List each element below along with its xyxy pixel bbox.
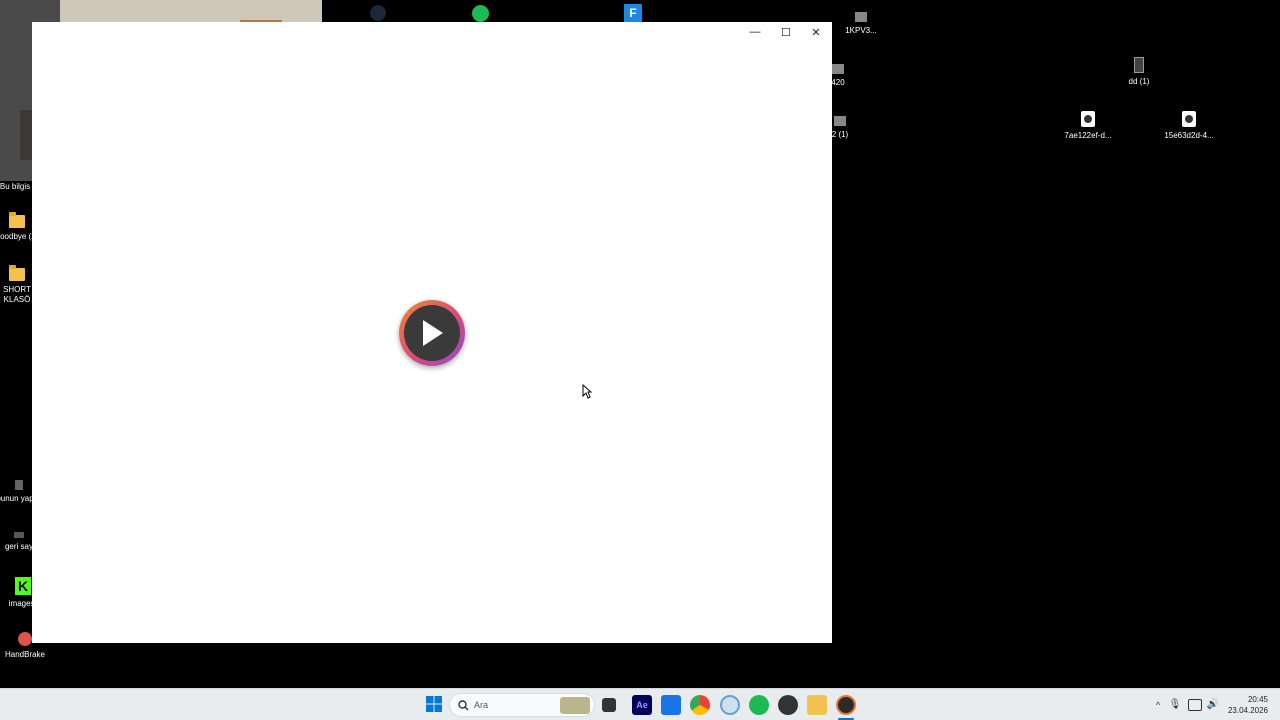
outlook-icon[interactable] (661, 695, 681, 715)
clock-time[interactable]: 20:45 (1222, 695, 1268, 704)
app-f-icon[interactable]: F (624, 4, 642, 22)
desktop-icon-label: 7ae122ef-d... (1064, 131, 1112, 140)
video-file-icon (1182, 111, 1196, 127)
desktop-icon-1kpv3[interactable]: 1KPV3... (826, 12, 896, 36)
taskbar-search[interactable]: Ara (449, 693, 595, 717)
steam-icon[interactable] (370, 5, 386, 21)
media-player-taskbar-icon[interactable] (836, 695, 856, 715)
spotify-icon[interactable] (472, 5, 489, 22)
clock-date[interactable]: 23.04.2026 (1222, 706, 1268, 715)
desktop-icon-label: SHORT KLASÖ (3, 285, 31, 304)
start-button[interactable] (425, 695, 445, 715)
close-button[interactable]: ✕ (801, 22, 831, 42)
minimize-button[interactable]: — (740, 22, 770, 42)
mouse-cursor-icon (582, 384, 592, 399)
file-icon (14, 532, 24, 538)
settings-app-icon[interactable] (720, 695, 740, 715)
network-icon[interactable] (1188, 699, 1202, 711)
desktop-icon-label: 420 (831, 78, 845, 87)
file-icon (15, 480, 23, 490)
taskbar: Ara Ae ^ 🎙 🔊 20:45 23.04.2026 (0, 688, 1280, 720)
play-button[interactable] (399, 300, 465, 366)
desktop-icon-7ae122ef[interactable]: 7ae122ef-d... (1053, 111, 1123, 141)
file-icon (1134, 57, 1144, 73)
video-file-icon (1081, 111, 1095, 127)
desktop-icon-label: 1KPV3... (845, 26, 877, 35)
chrome-icon[interactable] (690, 695, 710, 715)
desktop-icon-15e63d2d[interactable]: 15e63d2d-4... (1154, 111, 1224, 141)
search-placeholder: Ara (474, 700, 489, 710)
folder-icon (9, 212, 25, 228)
volume-icon[interactable]: 🔊 (1206, 695, 1220, 715)
desktop-icon-label: Bu bilgis (0, 182, 31, 191)
microphone-icon[interactable]: 🎙 (1168, 695, 1182, 715)
maximize-button[interactable]: ☐ (771, 22, 801, 42)
file-explorer-icon[interactable] (807, 695, 827, 715)
desktop-icon-label: 2 (1) (831, 130, 849, 139)
image-file-icon (855, 12, 867, 22)
desktop-icon-label: dd (1) (1128, 77, 1150, 86)
obs-icon[interactable] (778, 695, 798, 715)
handbrake-icon (18, 632, 32, 646)
image-file-icon (832, 64, 844, 74)
desktop-icon-dd-1[interactable]: dd (1) (1104, 57, 1174, 87)
media-player-window[interactable]: — ☐ ✕ (32, 22, 832, 643)
image-file-icon (834, 116, 846, 126)
search-highlight-image (560, 697, 590, 714)
tray-chevron-icon[interactable]: ^ (1148, 695, 1168, 715)
kick-icon: K (15, 577, 31, 595)
desktop-icon-label: 15e63d2d-4... (1164, 131, 1214, 140)
windows-icon (426, 696, 442, 712)
folder-icon (9, 265, 25, 281)
spotify-taskbar-icon[interactable] (749, 695, 769, 715)
desktop-icon-label: geri say (4, 542, 33, 551)
desktop-icon-label: HandBrake (4, 650, 46, 659)
search-icon (458, 700, 469, 711)
window-titlebar[interactable]: — ☐ ✕ (322, 22, 832, 42)
after-effects-icon[interactable]: Ae (632, 695, 652, 715)
task-view-icon[interactable] (602, 698, 616, 712)
play-icon (404, 305, 460, 361)
